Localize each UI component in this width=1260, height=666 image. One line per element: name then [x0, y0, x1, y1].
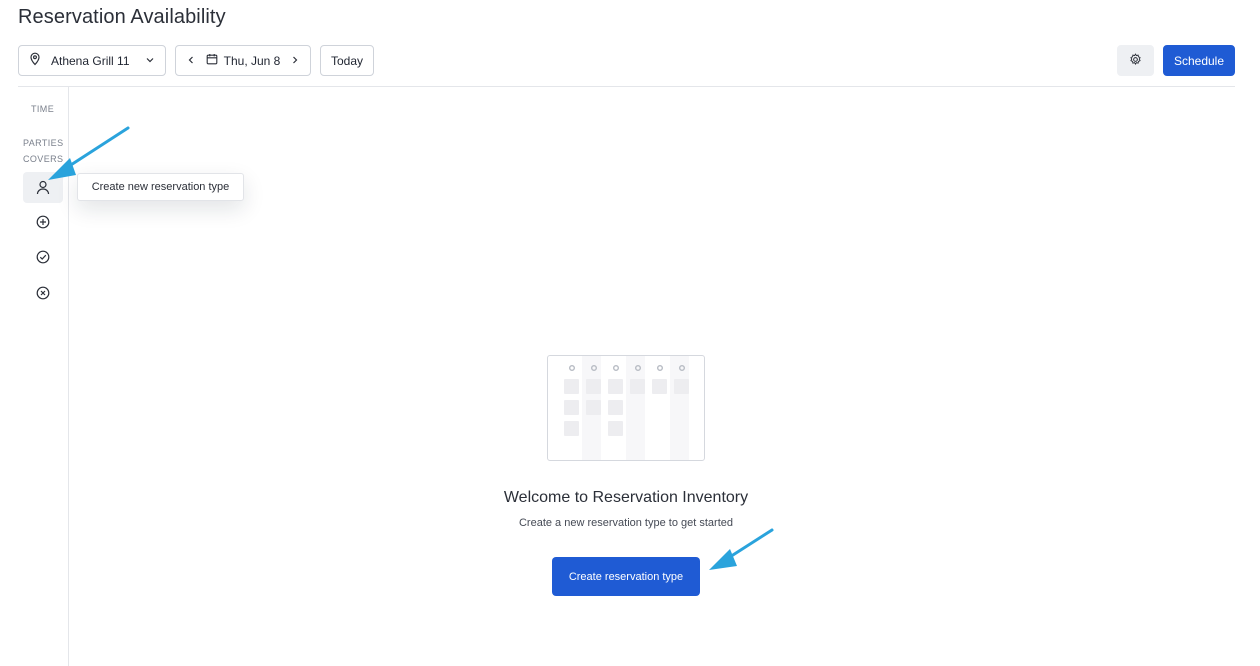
date-navigator: Thu, Jun 8: [175, 45, 311, 76]
sidebar-divider: [68, 87, 69, 666]
schedule-button[interactable]: Schedule: [1163, 45, 1235, 76]
covers-label: COVERS: [23, 154, 64, 164]
plus-circle-icon[interactable]: [23, 206, 63, 237]
create-reservation-type-button[interactable]: Create reservation type: [552, 557, 700, 596]
chevron-left-icon[interactable]: [186, 54, 196, 68]
header-divider: [18, 86, 1235, 87]
page-title: Reservation Availability: [18, 6, 226, 28]
date-picker[interactable]: Thu, Jun 8: [206, 53, 281, 68]
date-label: Thu, Jun 8: [223, 53, 281, 68]
location-select[interactable]: Athena Grill 11: [18, 45, 166, 76]
tooltip: Create new reservation type: [77, 173, 244, 201]
chevron-down-icon: [145, 54, 155, 68]
person-icon[interactable]: [23, 172, 63, 203]
parties-label: PARTIES: [23, 138, 64, 148]
gear-icon: [1129, 52, 1142, 69]
empty-state-illustration: [547, 355, 705, 461]
time-label: TIME: [31, 104, 55, 114]
chevron-right-icon[interactable]: [290, 54, 300, 68]
settings-button[interactable]: [1117, 45, 1154, 76]
x-circle-icon[interactable]: [23, 277, 63, 308]
location-pin-icon: [29, 52, 41, 69]
location-label: Athena Grill 11: [51, 53, 130, 68]
today-button[interactable]: Today: [320, 45, 374, 76]
check-circle-icon[interactable]: [23, 241, 63, 272]
calendar-icon: [206, 53, 218, 68]
arrow-icon: [709, 528, 774, 570]
empty-state-subtitle: Create a new reservation type to get sta…: [518, 517, 733, 529]
empty-state-title: Welcome to Reservation Inventory: [503, 489, 749, 506]
